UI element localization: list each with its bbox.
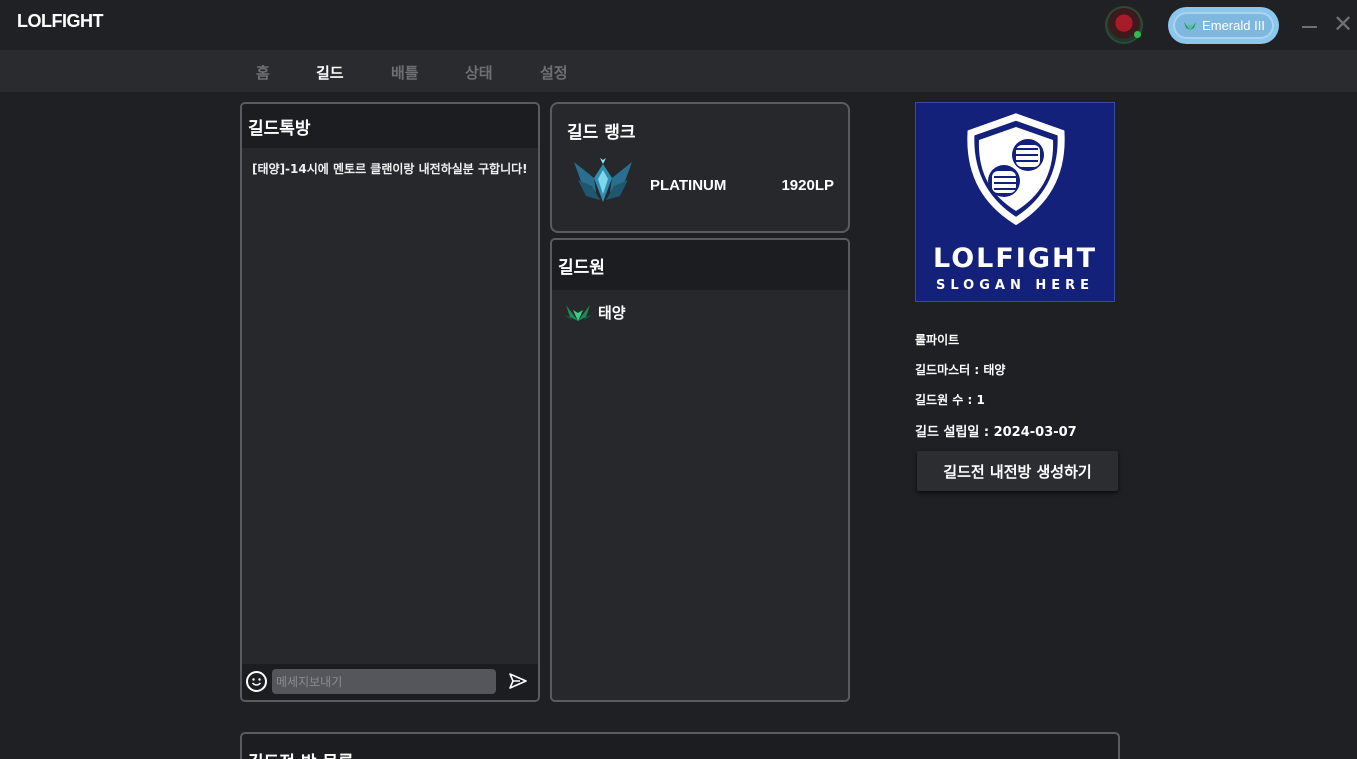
emerald-wing-icon	[1184, 21, 1197, 30]
nav-home[interactable]: 홈	[256, 62, 270, 83]
guild-rank-title: 길드 랭크	[567, 123, 636, 143]
nav-guild[interactable]: 길드	[316, 62, 344, 83]
nav-settings[interactable]: 설정	[540, 62, 568, 83]
member-item[interactable]: 태양	[564, 302, 626, 323]
guild-members-panel: 길드원 태양	[550, 238, 850, 702]
chat-input[interactable]	[272, 669, 496, 694]
app-title: LOLFIGHT	[17, 11, 103, 31]
profile-avatar[interactable]	[1105, 6, 1143, 44]
guild-logo: LOLFIGHT SLOGAN HERE	[915, 102, 1115, 302]
platinum-emblem-icon	[574, 158, 632, 202]
member-name: 태양	[598, 304, 626, 322]
guild-rank-lp: 1920LP	[781, 177, 834, 194]
chat-input-bar	[242, 664, 538, 700]
create-guild-room-button[interactable]: 길드전 내전방 생성하기	[917, 451, 1118, 491]
logo-slogan: SLOGAN HERE	[935, 278, 1095, 293]
emerald-tier-icon	[564, 304, 592, 321]
guild-rank-panel: 길드 랭크 PLATINUM 1920LP	[550, 102, 850, 233]
send-icon[interactable]	[508, 671, 528, 691]
chat-message: [태양]-14시에 멘토르 클랜이랑 내전하실분 구합니다!	[252, 162, 528, 176]
rank-badge[interactable]: Emerald III	[1168, 7, 1279, 44]
fist-bump-shield-icon	[967, 113, 1065, 226]
nav-status[interactable]: 상태	[465, 62, 493, 83]
guild-founded-date: 길드 설립일 : 2024-03-07	[915, 425, 1077, 440]
main-nav: 홈 길드 배틀 상태 설정	[0, 50, 1357, 92]
guild-chat-panel: 길드톡방 [태양]-14시에 멘토르 클랜이랑 내전하실분 구합니다!	[240, 102, 540, 702]
guild-room-list-title: 길드전 방 목록	[248, 748, 354, 759]
rank-badge-label: Emerald III	[1202, 18, 1265, 33]
logo-name: LOLFIGHT	[932, 243, 1098, 274]
minimize-button[interactable]	[1302, 26, 1317, 28]
guild-chat-title: 길드톡방	[242, 104, 538, 148]
guild-member-count: 길드원 수 : 1	[915, 393, 985, 407]
emoji-icon[interactable]	[246, 671, 267, 692]
guild-master: 길드마스터 : 태양	[915, 363, 1006, 377]
guild-rank-tier: PLATINUM	[650, 177, 727, 194]
close-button[interactable]: ✕	[1333, 12, 1353, 36]
guild-members-title: 길드원	[552, 240, 848, 290]
title-bar: LOLFIGHT Emerald III ✕	[0, 0, 1357, 50]
nav-battle[interactable]: 배틀	[391, 62, 419, 83]
guild-name: 롤파이트	[915, 333, 960, 347]
guild-room-list-panel: 길드전 방 목록	[240, 732, 1120, 759]
